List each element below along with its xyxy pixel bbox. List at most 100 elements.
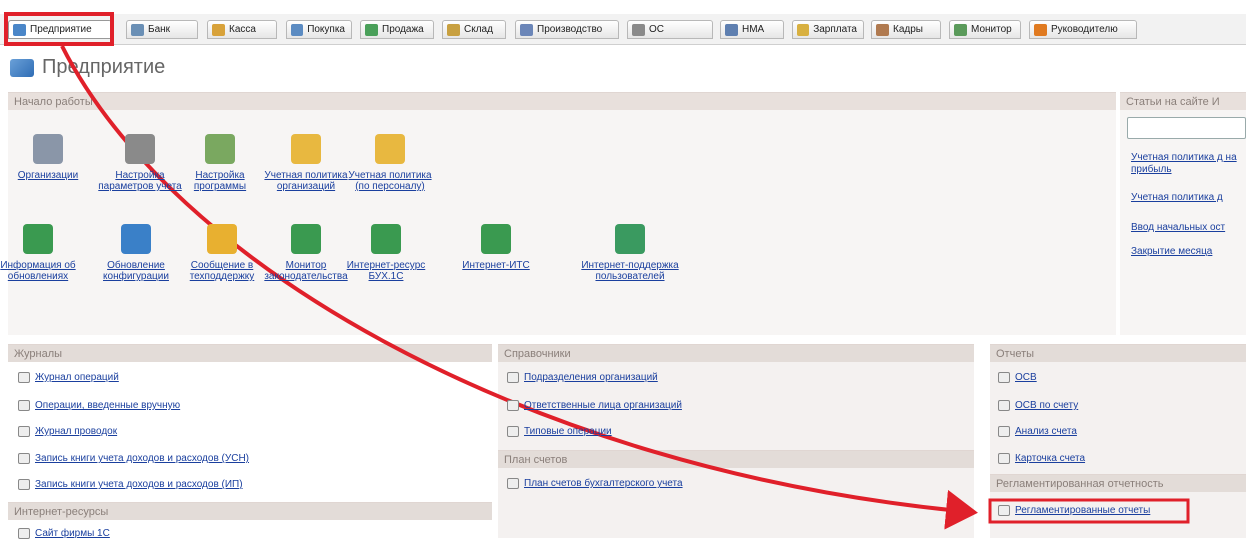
tile-icon bbox=[125, 134, 155, 164]
tile-icon bbox=[481, 224, 511, 254]
tile-icon bbox=[121, 224, 151, 254]
tab-3[interactable]: Покупка bbox=[286, 20, 352, 39]
journal-item-label: Журнал операций bbox=[35, 372, 119, 383]
side-link-2[interactable]: Ввод начальных ост bbox=[1131, 222, 1246, 234]
internet-item-0[interactable]: Сайт фирмы 1С bbox=[18, 528, 110, 539]
start-section-header: Начало работы bbox=[8, 92, 1116, 110]
start-tile-row2-6[interactable]: Интернет-поддержка пользователей bbox=[560, 224, 700, 282]
start-tile-row2-0[interactable]: Информация об обновлениях bbox=[0, 224, 82, 282]
tile-label: Интернет-ИТС bbox=[462, 260, 530, 271]
ref-item-0[interactable]: Подразделения организаций bbox=[507, 372, 658, 383]
tab-label: Касса bbox=[229, 24, 256, 35]
journal-item-icon bbox=[18, 426, 30, 437]
journal-item-3[interactable]: Запись книги учета доходов и расходов (У… bbox=[18, 453, 249, 464]
report-item-icon bbox=[998, 426, 1010, 437]
start-tile-row1-1[interactable]: Настройка параметров учета bbox=[96, 134, 184, 192]
ref-item-1[interactable]: Ответственные лица организаций bbox=[507, 400, 682, 411]
tile-icon bbox=[291, 134, 321, 164]
side-link-1[interactable]: Учетная политика д bbox=[1131, 192, 1246, 204]
tab-icon bbox=[13, 23, 26, 36]
tab-0[interactable]: Предприятие bbox=[8, 20, 112, 39]
start-tile-row2-5[interactable]: Интернет-ИТС bbox=[452, 224, 540, 271]
side-section-header: Статьи на сайте И bbox=[1120, 92, 1246, 110]
side-link-0[interactable]: Учетная политика д на прибыль bbox=[1131, 152, 1246, 176]
accounts-section-title: План счетов bbox=[504, 454, 568, 466]
accounts-section-header: План счетов bbox=[498, 450, 974, 468]
tab-9[interactable]: Зарплата bbox=[792, 20, 864, 39]
start-tile-row1-4[interactable]: Учетная политика (по персоналу) bbox=[346, 134, 434, 192]
start-tile-row1-0[interactable]: Организации bbox=[4, 134, 92, 181]
journal-item-label: Запись книги учета доходов и расходов (И… bbox=[35, 479, 243, 490]
start-tile-row2-1[interactable]: Обновление конфигурации bbox=[92, 224, 180, 282]
start-tile-row1-2[interactable]: Настройка программы bbox=[176, 134, 264, 192]
tab-8[interactable]: НМА bbox=[720, 20, 784, 39]
reg-item-0[interactable]: Регламентированные отчеты bbox=[998, 505, 1150, 516]
tile-label: Обновление конфигурации bbox=[103, 260, 169, 282]
tab-icon bbox=[520, 23, 533, 36]
report-item-1[interactable]: ОСВ по счету bbox=[998, 400, 1078, 411]
ref-item-icon bbox=[507, 400, 519, 411]
report-item-label: ОСВ bbox=[1015, 372, 1037, 383]
tab-12[interactable]: Руководителю bbox=[1029, 20, 1137, 39]
journal-item-1[interactable]: Операции, введенные вручную bbox=[18, 400, 180, 411]
tile-label: Учетная политика организаций bbox=[264, 170, 348, 192]
tile-icon bbox=[33, 134, 63, 164]
tile-icon bbox=[23, 224, 53, 254]
start-tile-row1-3[interactable]: Учетная политика организаций bbox=[262, 134, 350, 192]
reports-section-header: Отчеты bbox=[990, 344, 1246, 362]
start-tile-row2-3[interactable]: Монитор законодательства bbox=[262, 224, 350, 282]
tile-label: Информация об обновлениях bbox=[0, 260, 76, 282]
side-link-3[interactable]: Закрытие месяца bbox=[1131, 246, 1246, 258]
journal-item-4[interactable]: Запись книги учета доходов и расходов (И… bbox=[18, 479, 243, 490]
journal-item-2[interactable]: Журнал проводок bbox=[18, 426, 117, 437]
tab-label: Склад bbox=[464, 24, 493, 35]
account-item-label: План счетов бухгалтерского учета bbox=[524, 478, 683, 489]
journal-item-0[interactable]: Журнал операций bbox=[18, 372, 119, 383]
tab-7[interactable]: ОС bbox=[627, 20, 713, 39]
tab-10[interactable]: Кадры bbox=[871, 20, 941, 39]
ref-item-label: Ответственные лица организаций bbox=[524, 400, 682, 411]
tab-icon bbox=[725, 23, 738, 36]
ref-item-label: Типовые операции bbox=[524, 426, 612, 437]
refs-section-title: Справочники bbox=[504, 348, 571, 360]
tile-label: Сообщение в техподдержку bbox=[189, 260, 255, 282]
journal-item-label: Операции, введенные вручную bbox=[35, 400, 181, 411]
report-item-0[interactable]: ОСВ bbox=[998, 372, 1037, 383]
tab-label: Банк bbox=[148, 24, 171, 35]
journal-item-icon bbox=[18, 479, 30, 490]
tab-label: Монитор bbox=[971, 24, 1012, 35]
ref-item-label: Подразделения организаций bbox=[524, 372, 658, 383]
tab-5[interactable]: Склад bbox=[442, 20, 506, 39]
start-tile-row2-4[interactable]: Интернет-ресурс БУХ.1С bbox=[342, 224, 430, 282]
tab-1[interactable]: Банк bbox=[126, 20, 198, 39]
report-item-3[interactable]: Карточка счета bbox=[998, 453, 1085, 464]
tab-4[interactable]: Продажа bbox=[360, 20, 434, 39]
tab-label: Руководителю bbox=[1051, 24, 1118, 35]
side-section-title: Статьи на сайте И bbox=[1126, 96, 1220, 108]
tile-label: Учетная политика (по персоналу) bbox=[348, 170, 432, 192]
tile-label: Организации bbox=[17, 170, 79, 181]
tab-icon bbox=[447, 23, 460, 36]
tab-label: Кадры bbox=[893, 24, 923, 35]
report-item-icon bbox=[998, 453, 1010, 464]
tile-label: Интернет-ресурс БУХ.1С bbox=[346, 260, 426, 282]
section-tab-bar: Предприятие Банк Касса Покупка Продажа Склад П… bbox=[0, 14, 1246, 45]
ref-item-2[interactable]: Типовые операции bbox=[507, 426, 612, 437]
internet-item-icon bbox=[18, 528, 30, 539]
journal-item-label: Журнал проводок bbox=[35, 426, 118, 437]
tab-2[interactable]: Касса bbox=[207, 20, 277, 39]
start-tile-row2-2[interactable]: Сообщение в техподдержку bbox=[178, 224, 266, 282]
tab-11[interactable]: Монитор bbox=[949, 20, 1021, 39]
account-item-0[interactable]: План счетов бухгалтерского учета bbox=[507, 478, 683, 489]
start-section-title: Начало работы bbox=[14, 96, 93, 108]
tab-6[interactable]: Производство bbox=[515, 20, 619, 39]
report-item-label: ОСВ по счету bbox=[1015, 400, 1079, 411]
tab-label: Покупка bbox=[307, 24, 345, 35]
internet-section-header: Интернет-ресурсы bbox=[8, 502, 492, 520]
report-item-2[interactable]: Анализ счета bbox=[998, 426, 1077, 437]
journal-item-icon bbox=[18, 400, 30, 411]
tile-icon bbox=[207, 224, 237, 254]
enterprise-icon bbox=[10, 58, 34, 77]
tab-label: Продажа bbox=[382, 24, 424, 35]
articles-search-input[interactable] bbox=[1127, 117, 1246, 139]
